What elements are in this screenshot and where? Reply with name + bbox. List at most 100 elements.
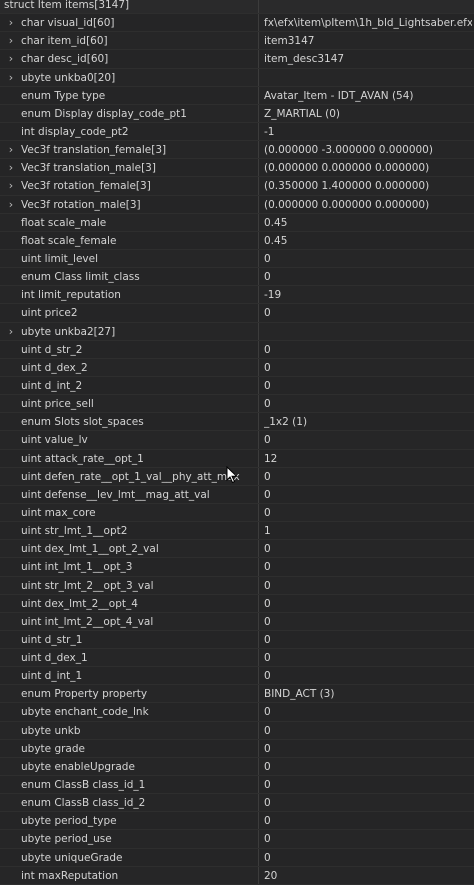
field-row[interactable]: uint d_str_1 0 (0, 630, 474, 650)
field-value[interactable]: 0 (264, 812, 472, 830)
field-row[interactable]: uint limit_level 0 (0, 249, 474, 269)
field-row[interactable]: uint str_lmt_1__opt2 1 (0, 522, 474, 541)
field-value[interactable]: 0 (264, 595, 472, 613)
field-row[interactable]: uint value_lv 0 (0, 431, 474, 450)
chevron-right-icon[interactable]: › (6, 69, 16, 87)
field-row[interactable]: › Vec3f rotation_male[3] (0.000000 0.00000… (0, 195, 474, 214)
chevron-right-icon[interactable]: › (6, 32, 16, 50)
field-value[interactable]: 0 (264, 431, 472, 449)
field-value[interactable]: item_desc3147 (264, 50, 472, 68)
field-row[interactable]: uint dex_lmt_1__opt_2_val 0 (0, 540, 474, 559)
field-value[interactable]: 0 (264, 558, 472, 576)
field-row[interactable]: ubyte grade 0 (0, 739, 474, 758)
field-value[interactable]: 0 (264, 250, 472, 268)
field-value[interactable]: 0 (264, 849, 472, 867)
field-value[interactable]: 0 (264, 776, 472, 794)
field-value[interactable]: 12 (264, 450, 472, 468)
field-value[interactable]: -19 (264, 286, 472, 304)
field-value[interactable]: BIND_ACT (3) (264, 685, 472, 703)
field-value[interactable]: _1x2 (1) (264, 413, 472, 431)
field-row[interactable]: › Vec3f translation_male[3] (0.000000 0.00… (0, 159, 474, 178)
field-value[interactable]: 0.45 (264, 214, 472, 232)
field-row[interactable]: › char desc_id[60] item_desc3147 (0, 50, 474, 69)
field-row[interactable]: uint price2 0 (0, 304, 474, 323)
field-row[interactable]: enum Display display_code_pt1 Z_MARTIAL (… (0, 104, 474, 123)
field-row[interactable]: uint d_dex_2 0 (0, 358, 474, 377)
field-row[interactable]: enum Slots slot_spaces _1x2 (1) (0, 413, 474, 432)
field-row[interactable]: int maxReputation 20 (0, 866, 474, 885)
field-row[interactable]: › Vec3f rotation_female[3] (0.350000 1.400… (0, 177, 474, 196)
field-row[interactable]: int limit_reputation -19 (0, 286, 474, 305)
field-row[interactable]: uint defense__lev_lmt__mag_att_val 0 (0, 485, 474, 504)
chevron-right-icon[interactable]: › (6, 196, 16, 214)
field-value[interactable]: (0.000000 0.000000 0.000000) (264, 159, 472, 177)
field-row[interactable]: enum ClassB class_id_2 0 (0, 794, 474, 813)
field-value[interactable]: 0 (264, 794, 472, 812)
chevron-right-icon[interactable]: › (6, 141, 16, 159)
chevron-right-icon[interactable]: › (6, 323, 16, 341)
field-value[interactable]: 0 (264, 830, 472, 848)
field-value[interactable]: 0 (264, 268, 472, 286)
chevron-right-icon[interactable]: › (6, 50, 16, 68)
field-value[interactable]: 0.45 (264, 232, 472, 250)
field-value[interactable]: 0 (264, 540, 472, 558)
field-value[interactable]: 0 (264, 631, 472, 649)
field-value[interactable]: Z_MARTIAL (0) (264, 105, 472, 123)
field-row[interactable]: enum ClassB class_id_1 0 (0, 776, 474, 795)
field-value[interactable]: 0 (264, 722, 472, 740)
field-row[interactable]: › Vec3f translation_female[3] (0.000000 -3… (0, 141, 474, 160)
field-value[interactable]: 0 (264, 740, 472, 758)
field-value[interactable]: fx\efx\item\pItem\1h_bld_Lightsaber.efx (264, 14, 472, 32)
field-row[interactable]: ubyte period_use 0 (0, 830, 474, 849)
chevron-right-icon[interactable]: › (6, 177, 16, 195)
struct-header-row[interactable]: struct Item items[3147] (0, 0, 474, 15)
field-row[interactable]: ubyte unkb 0 (0, 721, 474, 740)
field-row[interactable]: ubyte uniqueGrade 0 (0, 848, 474, 867)
field-value[interactable]: item3147 (264, 32, 472, 50)
field-value[interactable]: 0 (264, 304, 472, 322)
field-value[interactable]: 0 (264, 395, 472, 413)
field-row[interactable]: › ubyte unkba0[20] (0, 68, 474, 87)
field-row[interactable]: › char item_id[60] item3147 (0, 32, 474, 51)
chevron-right-icon[interactable]: › (6, 14, 16, 32)
chevron-right-icon[interactable]: › (6, 159, 16, 177)
field-row[interactable]: uint d_str_2 0 (0, 340, 474, 359)
field-value[interactable]: 0 (264, 377, 472, 395)
field-row[interactable]: uint attack_rate__opt_1 12 (0, 449, 474, 468)
field-value[interactable]: 20 (264, 867, 472, 885)
field-row[interactable]: enum Class limit_class 0 (0, 268, 474, 287)
field-row[interactable]: › char visual_id[60] fx\efx\item\pItem\1h_… (0, 14, 474, 33)
field-row[interactable]: uint d_int_1 0 (0, 667, 474, 686)
field-row[interactable]: uint price_sell 0 (0, 395, 474, 414)
field-value[interactable]: 0 (264, 649, 472, 667)
field-row[interactable]: uint dex_lmt_2__opt_4 0 (0, 594, 474, 613)
field-value[interactable]: -1 (264, 123, 472, 141)
field-row[interactable]: int display_code_pt2 -1 (0, 122, 474, 142)
field-value[interactable]: 0 (264, 703, 472, 721)
field-value[interactable]: 0 (264, 613, 472, 631)
field-value[interactable]: 0 (264, 359, 472, 377)
field-value[interactable]: (0.000000 0.000000 0.000000) (264, 196, 472, 214)
field-row[interactable]: uint int_lmt_1__opt_3 0 (0, 558, 474, 577)
field-row[interactable]: enum Property property BIND_ACT (3) (0, 685, 474, 704)
field-value[interactable]: 0 (264, 341, 472, 359)
field-row[interactable]: enum Type type Avatar_Item - IDT_AVAN (54… (0, 86, 474, 105)
field-row[interactable]: uint max_core 0 (0, 503, 474, 523)
field-value[interactable]: (0.350000 1.400000 0.000000) (264, 177, 472, 195)
field-value[interactable]: 0 (264, 486, 472, 504)
field-row[interactable]: uint d_dex_1 0 (0, 649, 474, 668)
field-row[interactable]: uint int_lmt_2__opt_4_val 0 (0, 612, 474, 631)
field-row[interactable]: float scale_female 0.45 (0, 231, 474, 250)
field-value[interactable]: 0 (264, 667, 472, 685)
field-row[interactable]: uint d_int_2 0 (0, 376, 474, 396)
field-row[interactable]: ubyte period_type 0 (0, 812, 474, 831)
field-value[interactable]: 0 (264, 504, 472, 522)
field-row[interactable]: ubyte enchant_code_lnk 0 (0, 703, 474, 722)
field-value[interactable]: Avatar_Item - IDT_AVAN (54) (264, 87, 472, 105)
field-row[interactable]: › ubyte unkba2[27] (0, 322, 474, 341)
field-value[interactable]: 1 (264, 522, 472, 540)
field-value[interactable]: 0 (264, 577, 472, 595)
field-row[interactable]: uint str_lmt_2__opt_3_val 0 (0, 576, 474, 595)
field-row[interactable]: ubyte enableUpgrade 0 (0, 757, 474, 777)
field-row[interactable]: float scale_male 0.45 (0, 213, 474, 232)
